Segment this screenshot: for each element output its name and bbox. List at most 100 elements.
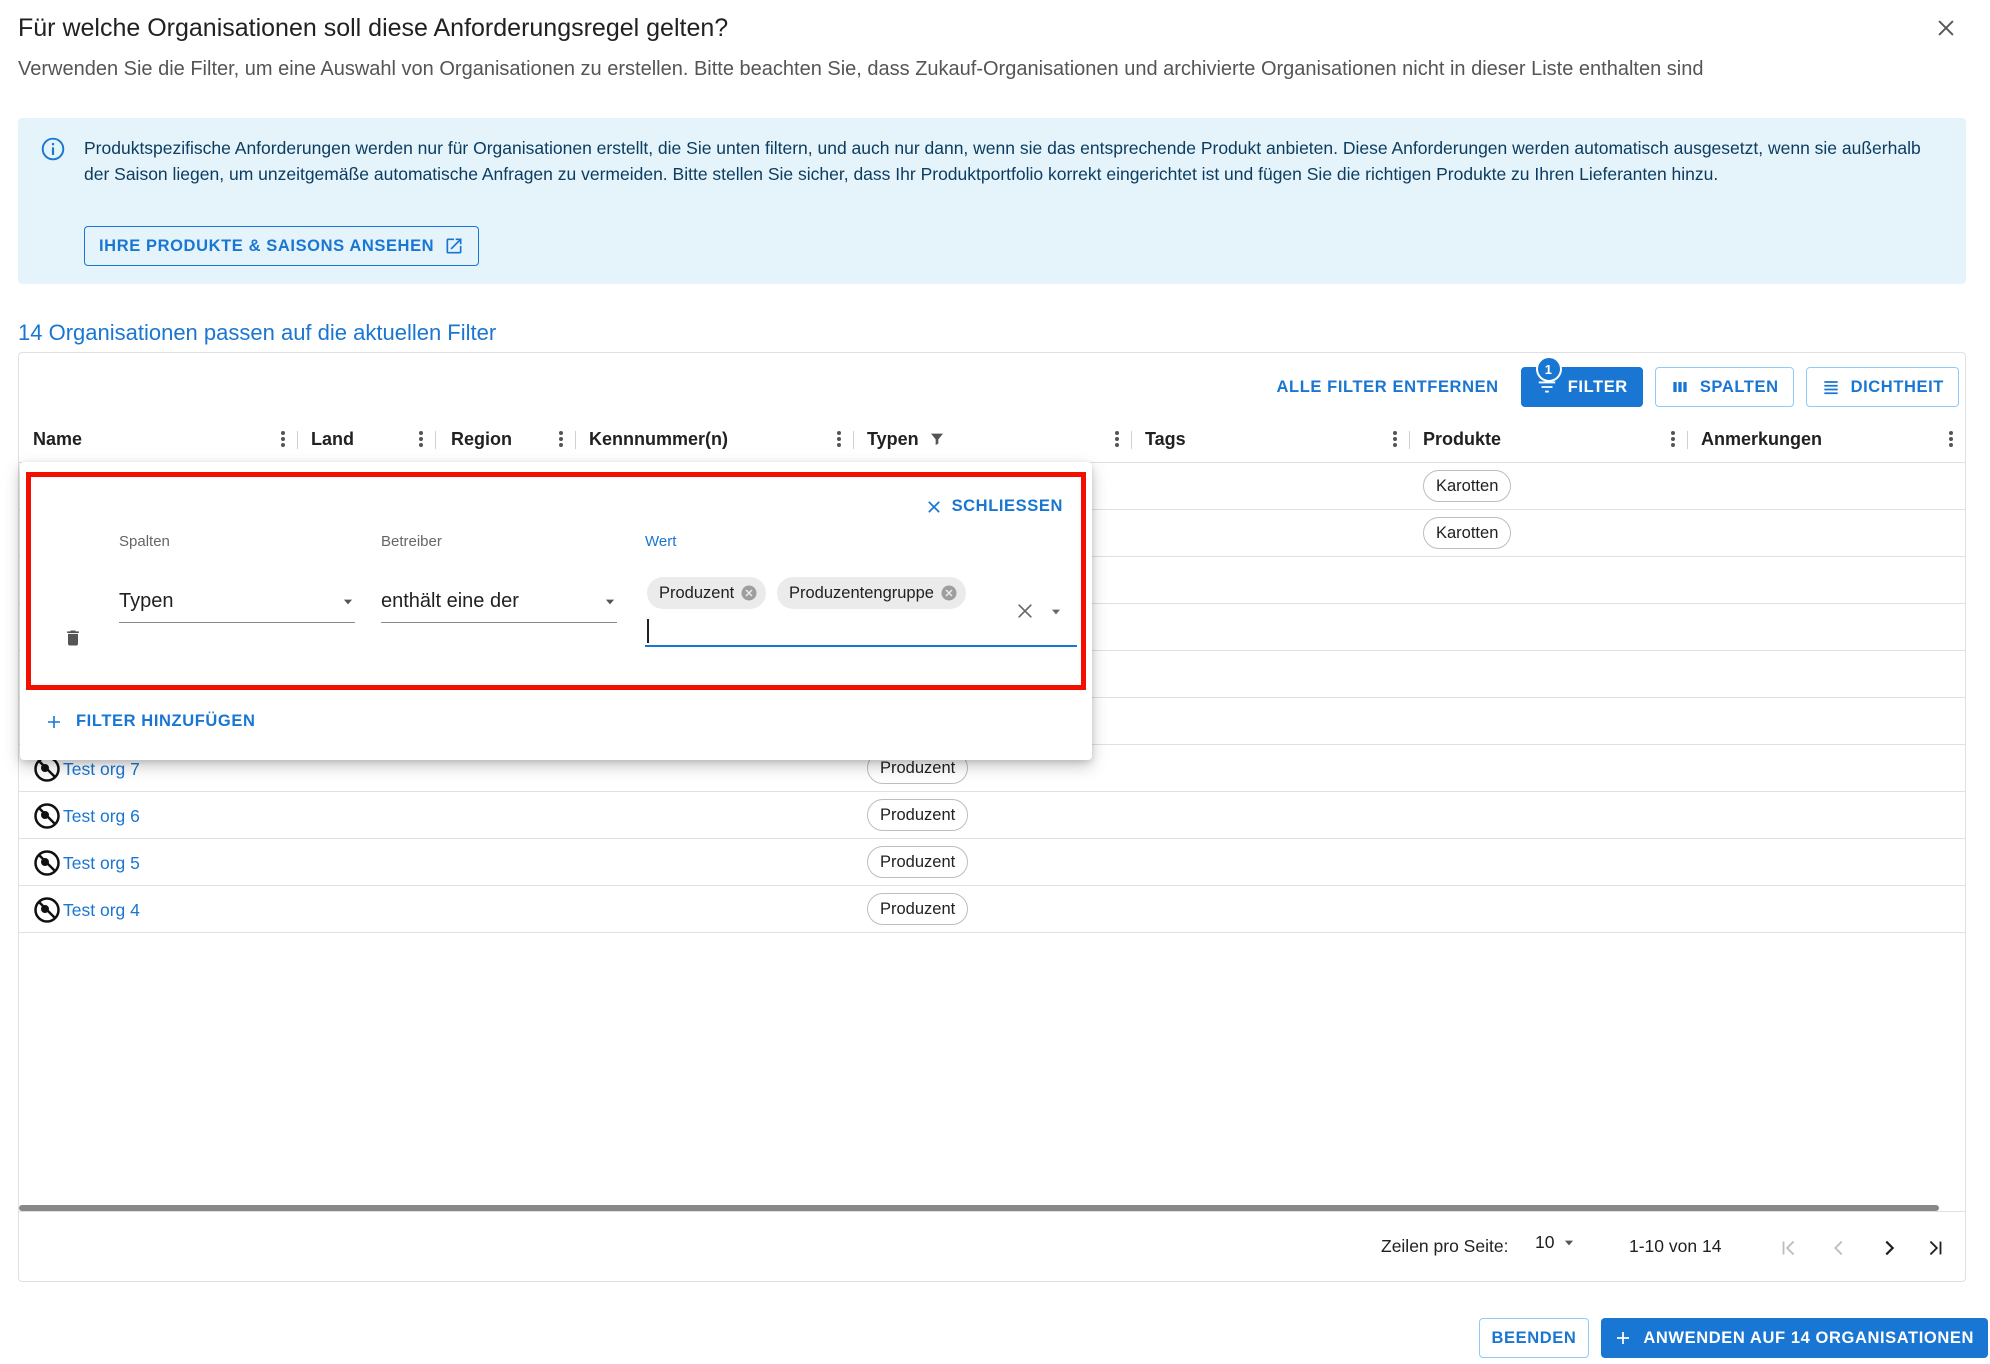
more-vert-icon (1393, 431, 1397, 447)
more-vert-icon (1949, 431, 1953, 447)
column-header-typen-label: Typen (867, 428, 919, 449)
add-filter-button[interactable]: FILTER HINZUFÜGEN (46, 712, 255, 731)
clear-icon[interactable] (1015, 601, 1035, 621)
filter-columns-label: Spalten (119, 533, 170, 550)
organisation-name: Test org 5 (63, 852, 140, 873)
filter-operator-label: Betreiber (381, 533, 442, 550)
column-menu-region[interactable] (549, 427, 573, 451)
column-separator (575, 431, 576, 449)
close-filter-panel-label: SCHLIESSEN (951, 497, 1063, 515)
column-separator (297, 431, 298, 449)
product-chip: Karotten (1423, 517, 1512, 549)
columns-button-label: SPALTEN (1699, 377, 1779, 396)
column-separator (1687, 431, 1688, 449)
chevron-right-icon (1885, 1240, 1895, 1256)
filter-button[interactable]: 1 FILTER (1520, 356, 1643, 407)
close-dialog-button[interactable] (1928, 10, 1964, 46)
finish-button[interactable]: BEENDEN (1478, 1318, 1590, 1358)
no-access-org-icon (34, 897, 60, 923)
type-chip: Produzent (867, 846, 969, 878)
next-page-button[interactable] (1869, 1228, 1909, 1268)
delete-icon (67, 630, 79, 646)
arrow-drop-down-icon[interactable] (1049, 605, 1063, 619)
density-button[interactable]: DICHTHEIT (1805, 367, 1959, 407)
column-separator (1409, 431, 1410, 449)
delete-filter-button[interactable] (63, 627, 83, 654)
organisation-name: Test org 7 (63, 758, 140, 779)
value-chip[interactable]: Produzent (647, 577, 767, 609)
filter-value-autocomplete[interactable]: Produzent Produzentengruppe (645, 567, 1077, 647)
value-chip[interactable]: Produzentengruppe (777, 577, 966, 609)
filter-column-value: Typen (119, 590, 174, 612)
column-header-name[interactable]: Name (33, 415, 82, 463)
apply-button-label: ANWENDEN AUF 14 ORGANISATIONEN (1643, 1328, 1974, 1347)
plus-icon (1617, 1332, 1630, 1344)
filter-operator-select[interactable]: enthält eine der (381, 581, 617, 623)
filter-count-badge: 1 (1535, 356, 1562, 382)
previous-page-button[interactable] (1819, 1228, 1859, 1268)
first-page-button[interactable] (1769, 1228, 1809, 1268)
table-row[interactable]: Test org 4 Produzent (19, 886, 1965, 933)
cancel-icon[interactable] (940, 584, 958, 602)
column-menu-tags[interactable] (1383, 427, 1407, 451)
more-vert-icon (1671, 431, 1675, 447)
rows-per-page-label: Zeilen pro Seite: (1381, 1236, 1509, 1256)
organisation-link[interactable]: Test org 6 (33, 802, 140, 830)
cancel-icon[interactable] (740, 584, 758, 602)
column-menu-name[interactable] (271, 427, 295, 451)
more-vert-icon (281, 431, 285, 447)
filter-active-icon (930, 433, 943, 445)
table-row[interactable]: Test org 5 Produzent (19, 839, 1965, 886)
filter-button-label: FILTER (1567, 377, 1628, 396)
type-chip: Produzent (867, 893, 969, 925)
view-products-seasons-button[interactable]: IHRE PRODUKTE & SAISONS ANSEHEN (84, 226, 480, 266)
no-access-org-icon (34, 803, 60, 829)
filter-column-select[interactable]: Typen (119, 581, 355, 623)
column-menu-typen[interactable] (1105, 427, 1129, 451)
view-products-seasons-label: IHRE PRODUKTE & SAISONS ANSEHEN (99, 236, 435, 255)
column-header-region[interactable]: Region (451, 415, 512, 463)
rows-per-page-select[interactable]: 10 (1535, 1232, 1576, 1253)
column-header-kennnummer[interactable]: Kennnummer(n) (589, 415, 728, 463)
dialog-actions: BEENDEN ANWENDEN AUF 14 ORGANISATIONEN (1478, 1318, 1988, 1358)
organisation-name: Test org 4 (63, 899, 140, 920)
filter-value-label: Wert (645, 533, 677, 550)
product-chip: Karotten (1423, 470, 1512, 502)
apply-to-organisations-button[interactable]: ANWENDEN AUF 14 ORGANISATIONEN (1601, 1318, 1988, 1358)
arrow-drop-down-icon (1565, 1240, 1574, 1245)
value-chip-label: Produzentengruppe (789, 583, 934, 602)
column-header-tags[interactable]: Tags (1145, 415, 1186, 463)
column-separator (853, 431, 854, 449)
organisation-link[interactable]: Test org 5 (33, 849, 140, 877)
columns-button[interactable]: SPALTEN (1654, 367, 1794, 407)
grid-header-row: Name Land Region Kennnummer(n) Typen Tag… (19, 415, 1965, 463)
chevron-left-icon (1834, 1240, 1843, 1256)
dialog-subtitle: Verwenden Sie die Filter, um eine Auswah… (18, 58, 1704, 80)
view-column-icon (1673, 382, 1687, 392)
add-filter-label: FILTER HINZUFÜGEN (76, 712, 256, 730)
filter-operator-value: enthält eine der (381, 590, 519, 612)
column-menu-kennnummer[interactable] (827, 427, 851, 451)
close-icon (928, 500, 940, 513)
close-filter-panel-button[interactable]: SCHLIESSEN (926, 497, 1063, 516)
column-header-land[interactable]: Land (311, 415, 354, 463)
more-vert-icon (559, 431, 563, 447)
column-menu-anmerkungen[interactable] (1939, 427, 1963, 451)
last-page-button[interactable] (1915, 1228, 1955, 1268)
column-menu-produkte[interactable] (1661, 427, 1685, 451)
no-access-org-icon (34, 850, 60, 876)
column-menu-land[interactable] (409, 427, 433, 451)
more-vert-icon (837, 431, 841, 447)
clear-all-filters-button[interactable]: ALLE FILTER ENTFERNEN (1267, 367, 1509, 407)
column-header-typen[interactable]: Typen (867, 415, 945, 463)
info-icon (41, 137, 65, 161)
info-text: Produktspezifische Anforderungen werden … (84, 138, 1921, 184)
column-header-produkte[interactable]: Produkte (1423, 415, 1501, 463)
plus-icon (48, 715, 60, 728)
organisation-link[interactable]: Test org 4 (33, 896, 140, 924)
column-separator (435, 431, 436, 449)
last-page-icon (1929, 1240, 1942, 1256)
table-row[interactable]: Test org 6 Produzent (19, 792, 1965, 839)
column-header-anmerkungen[interactable]: Anmerkungen (1701, 415, 1822, 463)
info-alert: Produktspezifische Anforderungen werden … (18, 118, 1966, 284)
